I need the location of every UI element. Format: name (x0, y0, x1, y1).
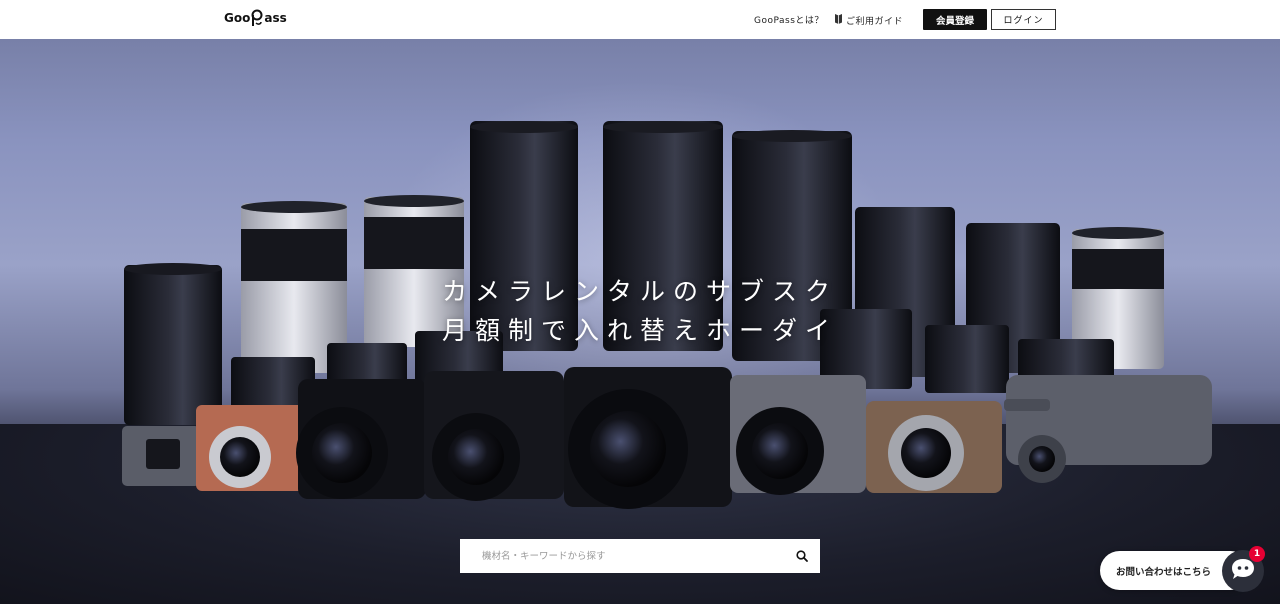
drone-arm-1 (1004, 399, 1050, 411)
logo-text-right: ass (264, 11, 287, 25)
hero-title-line1: カメラレンタルのサブスク (441, 277, 838, 306)
lens-white-3-top (1072, 227, 1164, 239)
nav-guide-label: ご利用ガイド (846, 16, 904, 27)
guide-book-icon (834, 13, 843, 27)
lens-tele-1-top (470, 121, 578, 133)
register-button[interactable]: 会員登録 (923, 9, 987, 30)
nav-about-link[interactable]: GooPassとは？ (754, 13, 824, 26)
hero-section: カメラレンタルのサブスク 月額制で入れ替えホーダイ (0, 39, 1280, 604)
lens-white-2-top (364, 195, 464, 207)
search-box (460, 539, 820, 573)
search-button[interactable] (784, 539, 820, 573)
lens-tele-2-top (603, 121, 723, 133)
chat-face-icon (1230, 557, 1256, 585)
action-camera-lens (146, 439, 180, 469)
logo-p-mark-icon (251, 9, 263, 27)
chat-unread-badge: 1 (1249, 546, 1265, 562)
logo-text-left: Goo (224, 11, 251, 25)
lens-tele-3-top (732, 130, 852, 142)
nav-guide-link[interactable]: ご利用ガイド (834, 13, 903, 27)
lens-white-2-band (364, 217, 464, 269)
contact-chat-label: お問い合わせはこちら (1116, 566, 1212, 578)
hero-title-line2: 月額制で入れ替えホーダイ (441, 316, 838, 345)
goopass-logo[interactable]: Goo ass (224, 9, 287, 27)
login-button[interactable]: ログイン (991, 9, 1056, 30)
search-icon (796, 547, 808, 566)
site-header: Goo ass GooPassとは？ ご利用ガイド 会員登録 ログイン (0, 0, 1280, 39)
search-input[interactable] (460, 539, 784, 573)
lens-white-1-top (241, 201, 347, 213)
